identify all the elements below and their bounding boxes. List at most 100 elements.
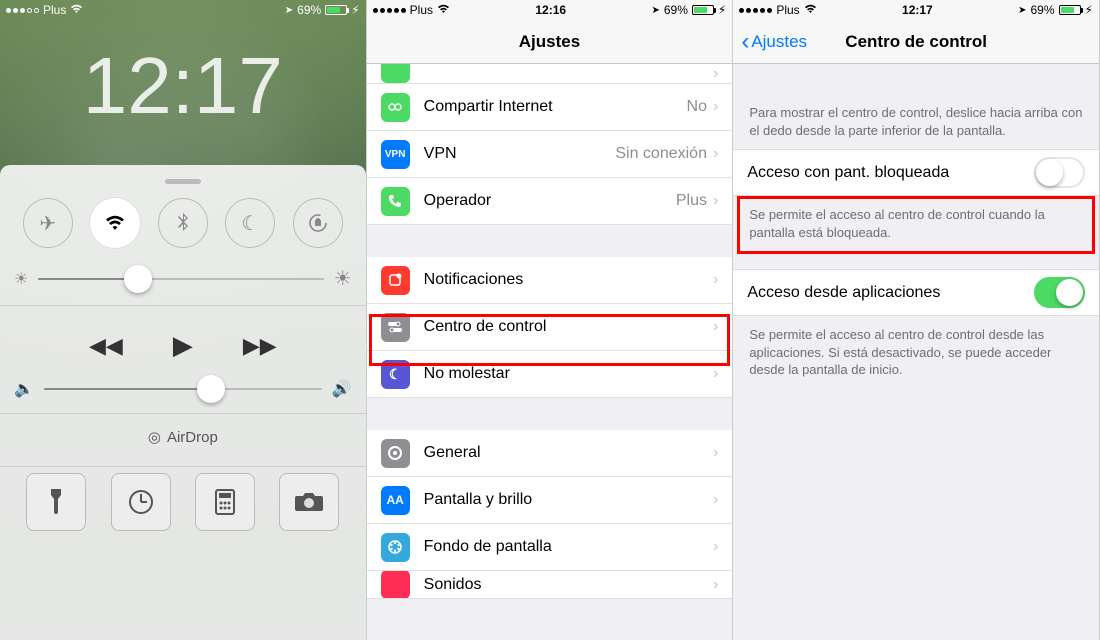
battery-pct: 69%	[664, 3, 688, 17]
battery-pct: 69%	[297, 3, 321, 17]
settings-row-hotspot[interactable]: Compartir Internet No ›	[367, 84, 733, 131]
nav-title: Ajustes	[519, 32, 580, 52]
charging-icon: ⚡︎	[1085, 3, 1093, 17]
status-bar: Plus ➤ 69% ⚡︎	[0, 0, 366, 20]
settings-list: › Compartir Internet No › VPN VPN Sin co…	[367, 64, 733, 599]
nav-bar: ‹ Ajustes Centro de control	[733, 20, 1099, 64]
row-label: No molestar	[424, 365, 713, 383]
toggle-row: ✈ ☾	[14, 198, 352, 248]
signal-strength-icon	[739, 8, 772, 13]
row-detail: Sin conexión	[615, 145, 707, 163]
row-label: Fondo de pantalla	[424, 538, 713, 556]
settings-row-wallpaper[interactable]: Fondo de pantalla ›	[367, 524, 733, 571]
row-detail: Plus	[676, 192, 707, 210]
row-label: Compartir Internet	[424, 98, 687, 116]
chevron-right-icon: ›	[713, 192, 718, 210]
dnd-icon: ☾	[381, 360, 410, 389]
rewind-button[interactable]: ◀◀	[89, 333, 123, 359]
chevron-right-icon: ›	[713, 576, 718, 594]
brightness-low-icon: ☀︎	[14, 269, 28, 289]
signal-strength-icon	[6, 8, 39, 13]
sounds-icon	[381, 571, 410, 599]
gear-icon	[381, 439, 410, 468]
play-button[interactable]: ▶	[173, 330, 193, 361]
wallpaper-icon	[381, 533, 410, 562]
row-label: Acceso desde aplicaciones	[747, 284, 940, 302]
bluetooth-toggle[interactable]	[158, 198, 208, 248]
settings-row-partial[interactable]: ›	[367, 64, 733, 84]
chevron-right-icon: ›	[713, 444, 718, 462]
settings-row-controlcenter[interactable]: Centro de control ›	[367, 304, 733, 351]
divider	[0, 466, 366, 467]
row-label: Acceso con pant. bloqueada	[747, 164, 949, 182]
phone-icon	[381, 187, 410, 216]
lock-clock: 12:17	[0, 40, 366, 132]
chevron-right-icon: ›	[713, 98, 718, 116]
location-icon: ➤	[1018, 5, 1026, 16]
switch-apps-access[interactable]	[1034, 277, 1085, 308]
row-label: Notificaciones	[424, 271, 713, 289]
nav-title: Centro de control	[845, 32, 987, 52]
nav-back-label: Ajustes	[751, 32, 807, 52]
charging-icon: ⚡︎	[718, 3, 726, 17]
settings-row-display[interactable]: AA Pantalla y brillo ›	[367, 477, 733, 524]
panel-settings-list: Plus 12:16 ➤ 69% ⚡︎ Ajustes › Compartir …	[367, 0, 734, 640]
row-detail: No	[687, 98, 707, 116]
wifi-toggle[interactable]	[90, 198, 140, 248]
timer-button[interactable]	[111, 473, 171, 531]
nav-back-button[interactable]: ‹ Ajustes	[741, 28, 807, 56]
chevron-right-icon: ›	[713, 271, 718, 289]
airplane-toggle[interactable]: ✈	[23, 198, 73, 248]
row-label: Centro de control	[424, 318, 713, 336]
divider	[0, 413, 366, 414]
battery-icon	[1059, 5, 1081, 15]
volume-high-icon: 🔊	[332, 379, 352, 399]
row-label: Operador	[424, 192, 676, 210]
playback-controls: ◀◀ ▶ ▶▶	[14, 330, 352, 361]
volume-slider-row: 🔈 🔊	[14, 379, 352, 399]
sheet-grabber[interactable]	[165, 179, 201, 184]
row-access-apps[interactable]: Acceso desde aplicaciones	[733, 269, 1099, 316]
chevron-left-icon: ‹	[741, 28, 749, 56]
dnd-toggle[interactable]: ☾	[225, 198, 275, 248]
battery-icon	[692, 5, 714, 15]
location-icon: ➤	[285, 5, 293, 16]
settings-row-vpn[interactable]: VPN VPN Sin conexión ›	[367, 131, 733, 178]
row-label: General	[424, 444, 713, 462]
hotspot-icon	[381, 93, 410, 122]
carrier-label: Plus	[410, 3, 433, 17]
carrier-label: Plus	[43, 3, 66, 17]
calculator-button[interactable]	[195, 473, 255, 531]
forward-button[interactable]: ▶▶	[243, 333, 277, 359]
switch-lockscreen-access[interactable]	[1034, 157, 1085, 188]
notifications-icon	[381, 266, 410, 295]
airdrop-button[interactable]: ◎ AirDrop	[14, 420, 352, 460]
spacer	[733, 251, 1099, 269]
charging-icon: ⚡︎	[351, 3, 359, 17]
row-access-lockscreen[interactable]: Acceso con pant. bloqueada	[733, 149, 1099, 196]
chevron-right-icon: ›	[713, 365, 718, 383]
settings-row-general[interactable]: General ›	[367, 430, 733, 477]
camera-button[interactable]	[279, 473, 339, 531]
volume-slider[interactable]	[44, 388, 322, 390]
panel-control-center-settings: Plus 12:17 ➤ 69% ⚡︎ ‹ Ajustes Centro de …	[733, 0, 1100, 640]
status-time: 12:17	[902, 3, 933, 17]
volume-low-icon: 🔈	[14, 379, 34, 399]
panel-lockscreen-controlcenter: Plus ➤ 69% ⚡︎ 12:17 ✈ ☾	[0, 0, 367, 640]
orientation-lock-toggle[interactable]	[293, 198, 343, 248]
settings-row-notifications[interactable]: Notificaciones ›	[367, 257, 733, 304]
brightness-slider[interactable]	[38, 278, 323, 280]
chevron-right-icon: ›	[713, 538, 718, 556]
nav-bar: Ajustes	[367, 20, 733, 64]
vpn-icon: VPN	[381, 140, 410, 169]
section-gap	[367, 225, 733, 257]
status-time: 12:16	[535, 3, 566, 17]
settings-row-dnd[interactable]: ☾ No molestar ›	[367, 351, 733, 398]
chevron-right-icon: ›	[713, 318, 718, 336]
settings-row-sounds[interactable]: Sonidos ›	[367, 571, 733, 599]
settings-row-carrier[interactable]: Operador Plus ›	[367, 178, 733, 225]
shortcut-row	[14, 473, 352, 531]
section-note: Para mostrar el centro de control, desli…	[733, 64, 1099, 149]
flashlight-button[interactable]	[26, 473, 86, 531]
status-bar: Plus 12:16 ➤ 69% ⚡︎	[367, 0, 733, 20]
